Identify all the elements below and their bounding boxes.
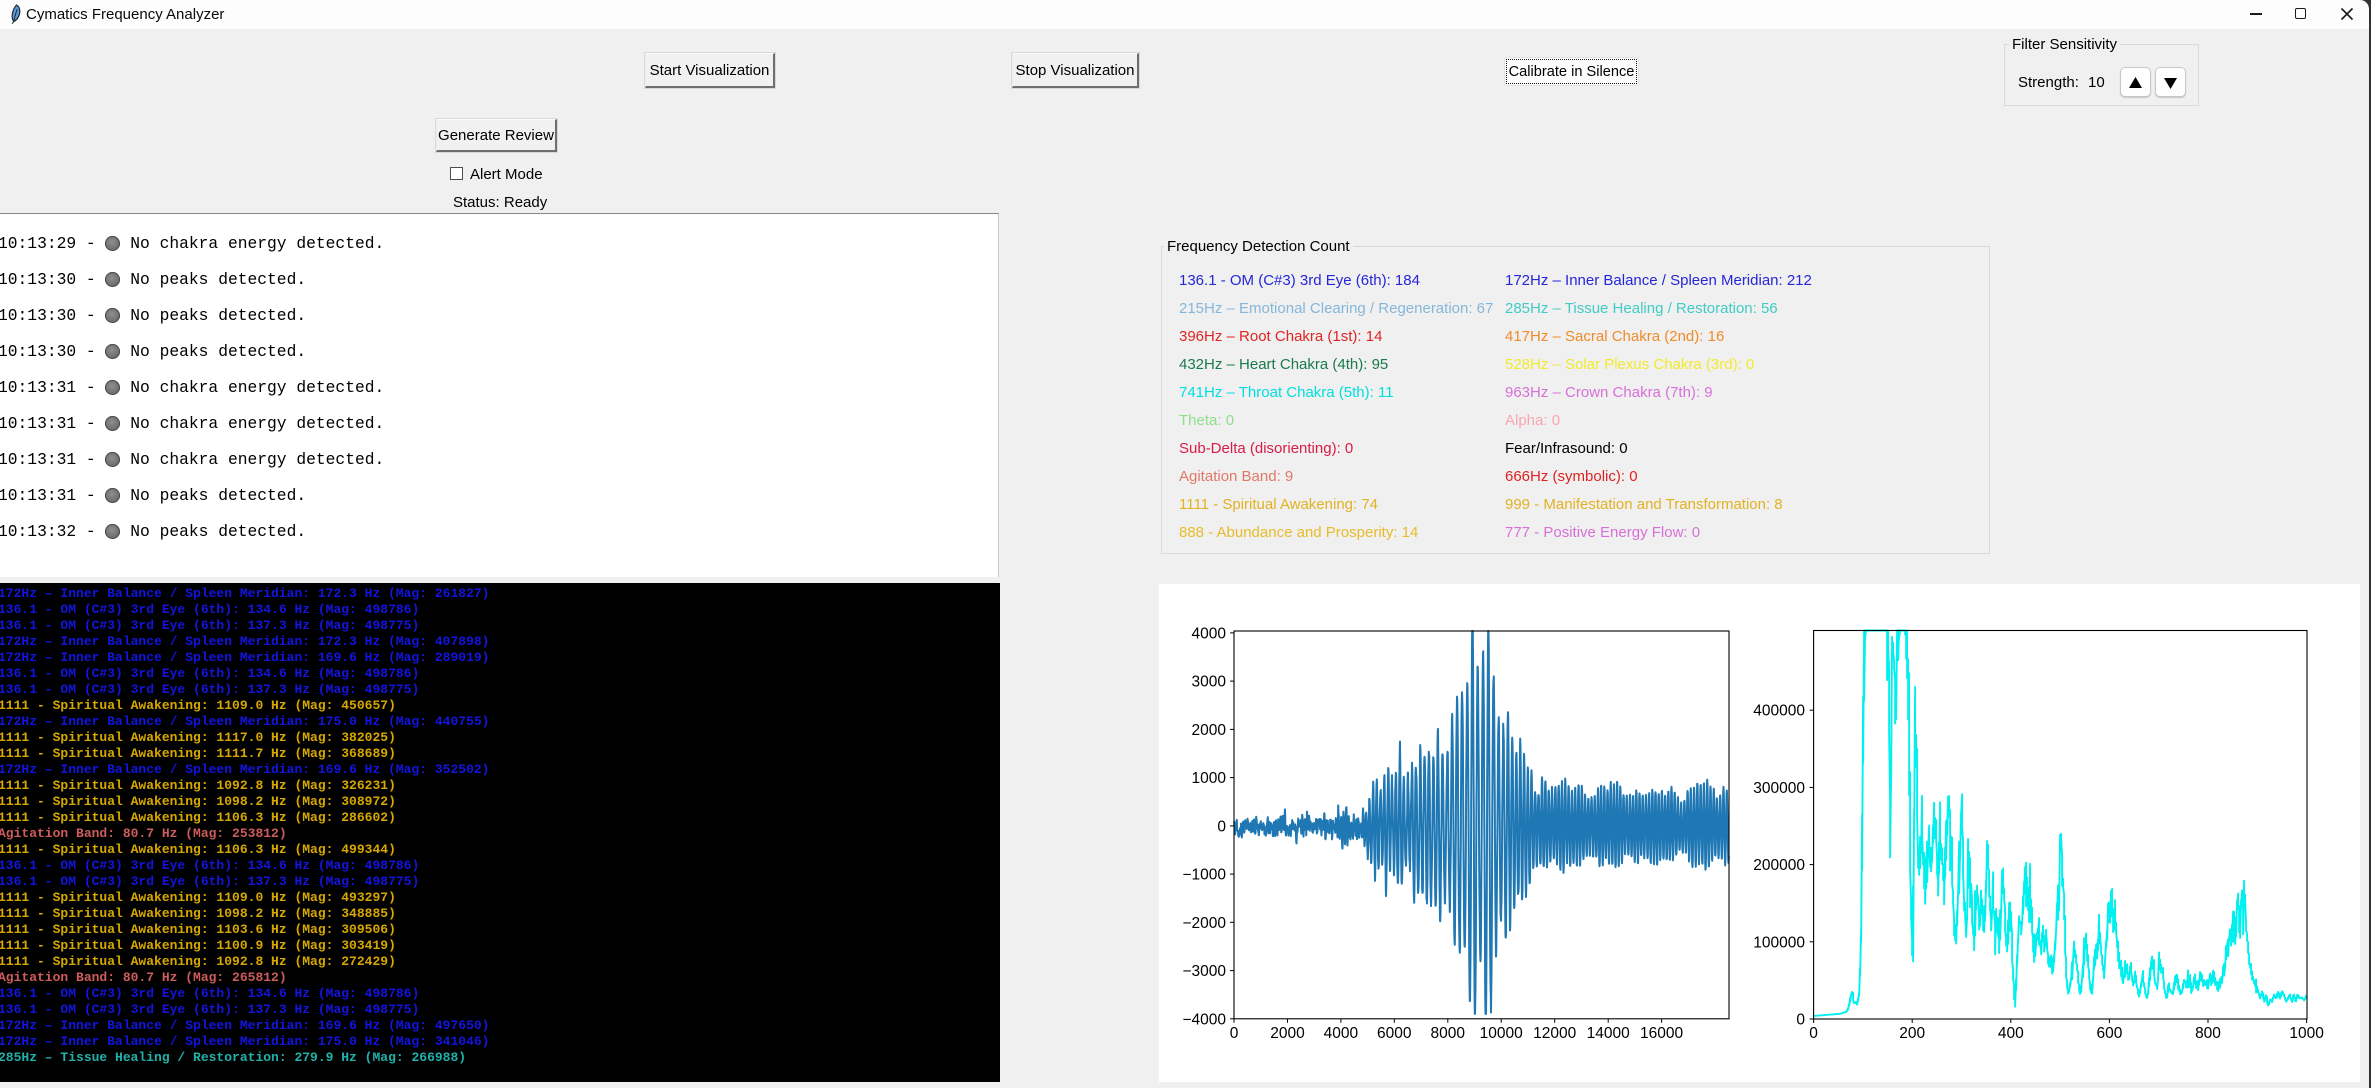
svg-text:0: 0	[1230, 1025, 1239, 1042]
svg-text:300000: 300000	[1753, 780, 1805, 797]
svg-text:1000: 1000	[1192, 770, 1227, 787]
svg-text:200: 200	[1899, 1025, 1925, 1042]
svg-text:2000: 2000	[1270, 1025, 1305, 1042]
svg-text:−1000: −1000	[1182, 867, 1226, 884]
svg-text:4000: 4000	[1192, 625, 1227, 642]
svg-text:200000: 200000	[1753, 857, 1805, 874]
svg-text:2000: 2000	[1192, 722, 1227, 739]
svg-text:16000: 16000	[1640, 1025, 1683, 1042]
svg-text:12000: 12000	[1533, 1025, 1576, 1042]
svg-text:800: 800	[2195, 1025, 2221, 1042]
svg-text:0: 0	[1796, 1012, 1805, 1029]
svg-text:0: 0	[1809, 1025, 1818, 1042]
svg-text:400: 400	[1998, 1025, 2024, 1042]
svg-text:4000: 4000	[1324, 1025, 1359, 1042]
svg-text:0: 0	[1217, 818, 1226, 835]
svg-text:14000: 14000	[1587, 1025, 1630, 1042]
svg-text:−4000: −4000	[1182, 1011, 1226, 1028]
svg-text:6000: 6000	[1377, 1025, 1412, 1042]
svg-text:8000: 8000	[1431, 1025, 1466, 1042]
svg-text:−2000: −2000	[1182, 915, 1226, 932]
svg-text:1000: 1000	[2289, 1025, 2324, 1042]
svg-text:3000: 3000	[1192, 674, 1227, 691]
svg-text:−3000: −3000	[1182, 963, 1226, 980]
svg-text:600: 600	[2096, 1025, 2122, 1042]
svg-text:100000: 100000	[1753, 934, 1805, 951]
svg-text:400000: 400000	[1753, 703, 1805, 720]
svg-text:10000: 10000	[1480, 1025, 1523, 1042]
